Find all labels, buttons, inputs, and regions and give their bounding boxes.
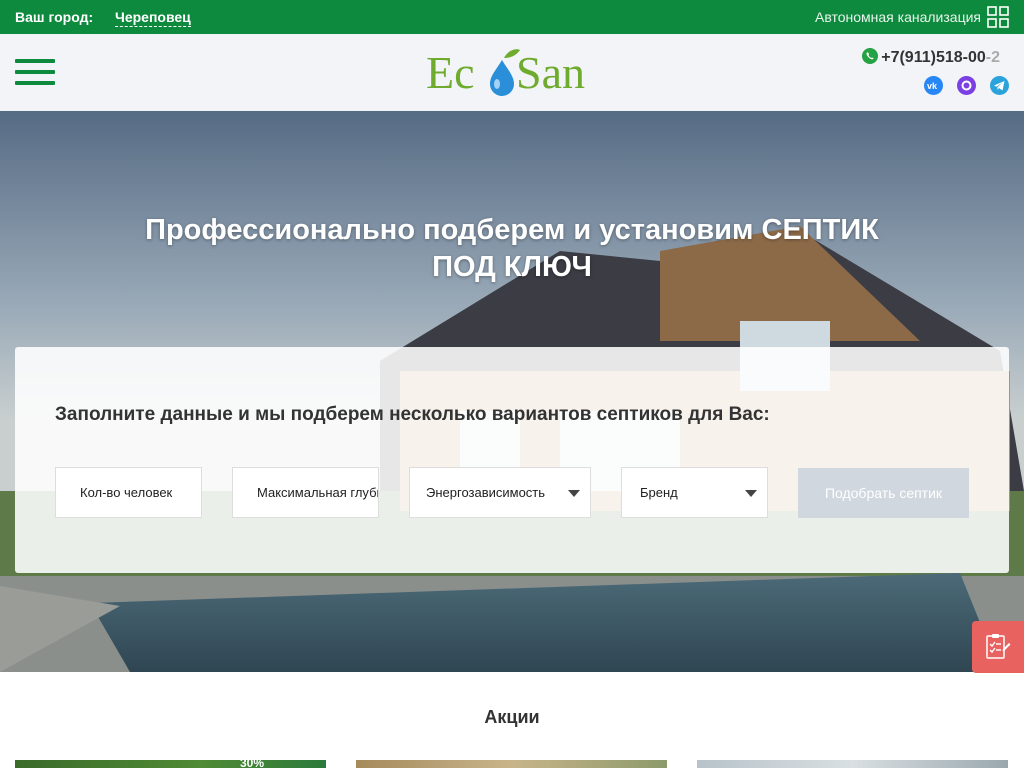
promo-card-1[interactable]: 30% xyxy=(15,760,326,768)
grid-icon[interactable] xyxy=(987,6,1009,28)
telegram-icon[interactable] xyxy=(990,76,1009,95)
svg-text:vk: vk xyxy=(927,81,938,90)
svg-text:San: San xyxy=(516,47,585,98)
promo-card-3[interactable] xyxy=(697,760,1008,768)
chevron-down-icon xyxy=(745,490,757,497)
brand-select-label: Бренд xyxy=(640,485,678,500)
promo-card-2[interactable] xyxy=(356,760,667,768)
hero-section: Профессионально подберем и установим СЕП… xyxy=(0,111,1024,672)
survey-icon xyxy=(986,634,1011,659)
ok-icon[interactable] xyxy=(957,76,976,95)
promo-badge: 30% xyxy=(240,760,265,768)
hero-title-line2: ПОД КЛЮЧ xyxy=(432,251,592,283)
site-header: Ec San +7(911)518-00-2 vk xyxy=(0,34,1024,111)
septic-picker-form: Заполните данные и мы подберем несколько… xyxy=(15,347,1009,573)
max-depth-input[interactable]: Максимальная глубина xyxy=(232,467,379,518)
service-link[interactable]: Автономная канализация xyxy=(815,9,981,25)
city-label: Ваш город: xyxy=(15,9,94,25)
vk-icon[interactable]: vk xyxy=(924,76,943,95)
menu-burger-icon[interactable] xyxy=(15,59,55,87)
city-selector[interactable]: Череповец xyxy=(115,9,191,27)
max-depth-placeholder: Максимальная глубина xyxy=(257,485,378,500)
energy-select[interactable]: Энергозависимость xyxy=(409,467,591,518)
social-links: vk xyxy=(924,76,1009,95)
brand-select[interactable]: Бренд xyxy=(621,467,768,518)
whatsapp-icon xyxy=(862,48,879,64)
people-count-placeholder: Кол-во человек xyxy=(80,485,173,500)
hero-title-line1: Профессионально подберем и установим СЕП… xyxy=(145,214,879,246)
svg-text:Ec: Ec xyxy=(426,47,475,98)
people-count-input[interactable]: Кол-во человек xyxy=(55,467,202,518)
phone-main: +7(911)518-00 xyxy=(881,49,986,66)
chevron-down-icon xyxy=(568,490,580,497)
top-bar: Ваш город: Череповец Автономная канализа… xyxy=(0,0,1024,34)
phone-tail: -2 xyxy=(985,49,1000,66)
form-title: Заполните данные и мы подберем несколько… xyxy=(55,404,770,425)
ecosan-logo[interactable]: Ec San xyxy=(426,44,602,98)
phone-number[interactable]: +7(911)518-00-2 xyxy=(862,48,1000,67)
pick-septic-button[interactable]: Подобрать септик xyxy=(798,468,969,518)
hero-title: Профессионально подберем и установим СЕП… xyxy=(0,212,1024,286)
promos-heading: Акции xyxy=(484,707,540,727)
energy-select-label: Энергозависимость xyxy=(426,485,546,500)
survey-button[interactable] xyxy=(972,621,1024,673)
